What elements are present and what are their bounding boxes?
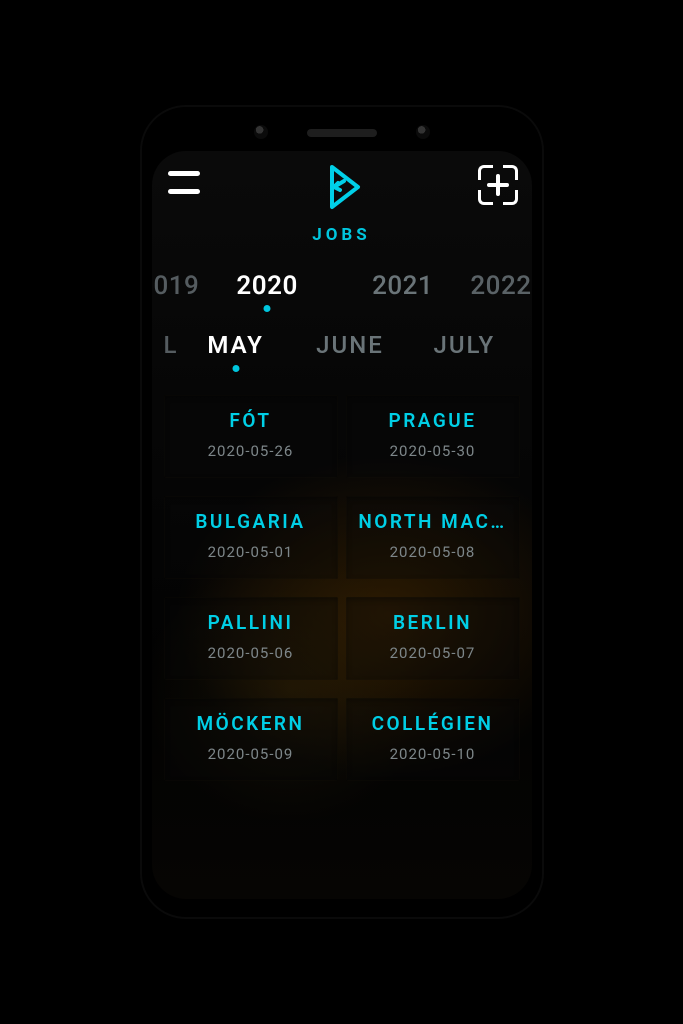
selected-dot-icon xyxy=(232,365,239,372)
job-grid: FÓT 2020-05-26 PRAGUE 2020-05-30 BULGARI… xyxy=(152,369,532,785)
bracket-icon xyxy=(478,165,493,180)
phone-frame: JOBS 019 2020 2021 2022 L MAY JUNE JULY xyxy=(142,107,542,917)
menu-icon xyxy=(168,171,200,176)
page-title: JOBS xyxy=(152,225,532,245)
job-card[interactable]: COLLÉGIEN 2020-05-10 xyxy=(346,698,520,781)
month-label: MAY xyxy=(207,331,264,359)
month-row[interactable]: L MAY JUNE JULY xyxy=(152,331,532,369)
job-name: PRAGUE xyxy=(354,409,512,432)
job-name: FÓT xyxy=(172,409,330,432)
month-option[interactable]: JULY xyxy=(407,331,521,359)
header: JOBS xyxy=(152,151,532,247)
job-date: 2020-05-10 xyxy=(354,745,512,763)
job-name: BULGARIA xyxy=(172,510,330,533)
phone-camera-right xyxy=(416,125,430,139)
job-date: 2020-05-26 xyxy=(172,442,330,460)
bracket-icon xyxy=(503,190,518,205)
job-date: 2020-05-01 xyxy=(172,543,330,561)
app-logo-icon xyxy=(314,159,370,215)
year-row[interactable]: 019 2020 2021 2022 xyxy=(152,271,532,331)
bracket-icon xyxy=(503,165,518,180)
date-picker: 019 2020 2021 2022 L MAY JUNE JULY xyxy=(152,247,532,369)
job-name: PALLINI xyxy=(172,611,330,634)
selected-dot-icon xyxy=(264,305,271,312)
job-name: COLLÉGIEN xyxy=(354,712,512,735)
job-card[interactable]: BERLIN 2020-05-07 xyxy=(346,597,520,680)
year-option[interactable]: 2020 xyxy=(199,271,335,301)
month-option[interactable]: JUNE xyxy=(293,331,407,359)
job-name: BERLIN xyxy=(354,611,512,634)
menu-icon xyxy=(168,189,200,194)
job-date: 2020-05-07 xyxy=(354,644,512,662)
job-date: 2020-05-06 xyxy=(172,644,330,662)
job-card[interactable]: NORTH MAC… 2020-05-08 xyxy=(346,496,520,579)
job-card[interactable]: FÓT 2020-05-26 xyxy=(164,395,338,478)
app-screen: JOBS 019 2020 2021 2022 L MAY JUNE JULY xyxy=(152,151,532,899)
month-option[interactable]: MAY xyxy=(178,331,292,359)
job-card[interactable]: BULGARIA 2020-05-01 xyxy=(164,496,338,579)
year-option[interactable]: 2021 xyxy=(335,271,471,301)
bracket-icon xyxy=(478,190,493,205)
phone-speaker xyxy=(307,129,377,137)
job-card[interactable]: PRAGUE 2020-05-30 xyxy=(346,395,520,478)
month-option-prev[interactable]: L xyxy=(162,331,179,359)
year-option[interactable]: 2022 xyxy=(470,271,531,301)
job-date: 2020-05-09 xyxy=(172,745,330,763)
year-option-prev[interactable]: 019 xyxy=(152,271,200,301)
job-name: NORTH MAC… xyxy=(354,510,512,533)
year-label: 2020 xyxy=(236,271,297,301)
job-card[interactable]: PALLINI 2020-05-06 xyxy=(164,597,338,680)
job-date: 2020-05-30 xyxy=(354,442,512,460)
job-name: MÖCKERN xyxy=(172,712,330,735)
job-card[interactable]: MÖCKERN 2020-05-09 xyxy=(164,698,338,781)
job-date: 2020-05-08 xyxy=(354,543,512,561)
menu-button[interactable] xyxy=(166,169,202,199)
add-button[interactable] xyxy=(478,165,518,205)
phone-camera-left xyxy=(254,125,268,139)
